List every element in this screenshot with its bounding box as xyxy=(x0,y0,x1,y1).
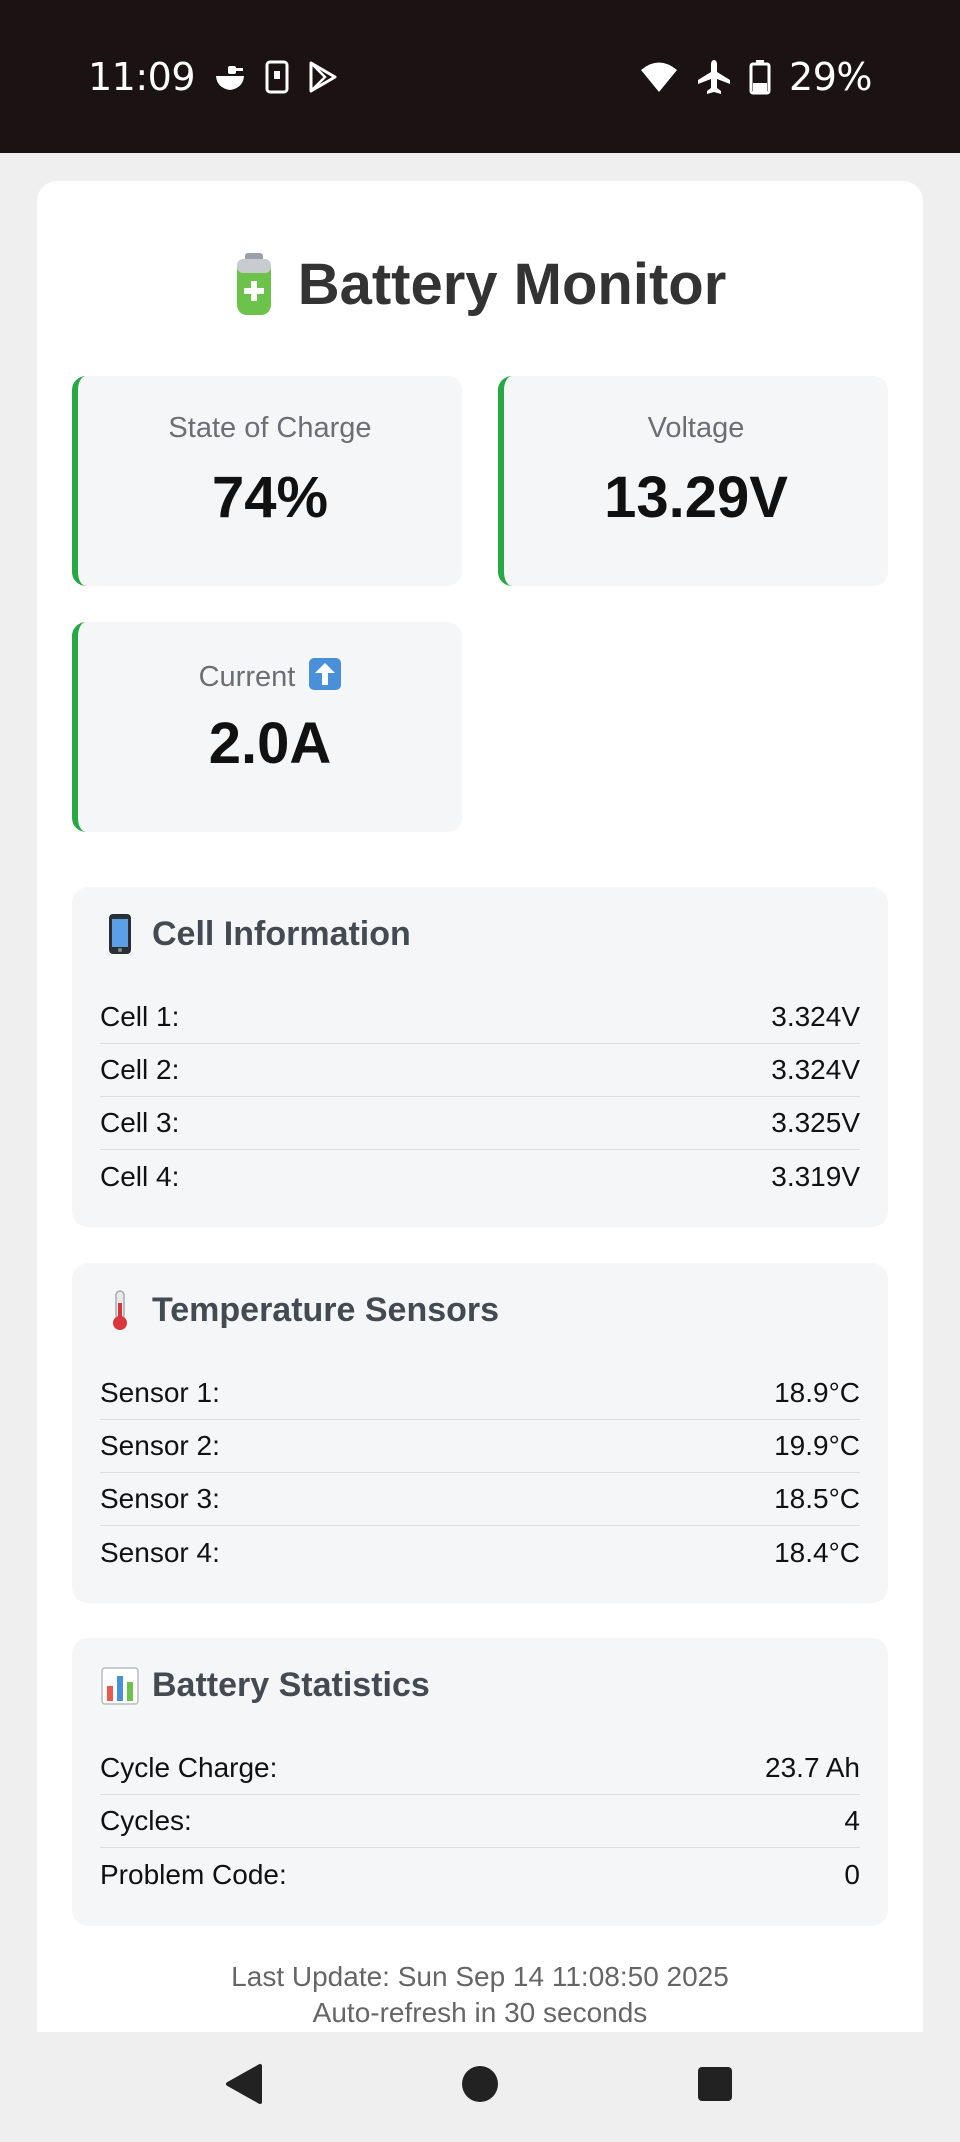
battery-statistics-section: Battery Statistics Cycle Charge: 23.7 Ah … xyxy=(72,1638,888,1926)
navigation-bar xyxy=(0,2032,960,2142)
stats-rows: Cycle Charge: 23.7 Ah Cycles: 4 Problem Co… xyxy=(100,1742,860,1901)
row-label: Cycle Charge: xyxy=(100,1752,278,1783)
cell-information-section: Cell Information Cell 1: 3.324V Cell 2: 3.… xyxy=(72,887,888,1227)
row-value: 23.7 Ah xyxy=(765,1752,860,1783)
row-label: Sensor 3: xyxy=(100,1483,220,1514)
soc-label: State of Charge xyxy=(168,412,372,444)
section-heading: Battery Statistics xyxy=(100,1664,430,1706)
row-label: Cycles: xyxy=(100,1805,192,1836)
clock: 11:09 xyxy=(88,55,196,99)
row-label: Cell 3: xyxy=(100,1107,180,1138)
airplane-icon xyxy=(697,59,731,95)
auto-refresh-text: Auto-refresh in 30 seconds xyxy=(312,1997,648,2028)
row-label: Cell 4: xyxy=(100,1160,180,1192)
status-bar-right: 29% xyxy=(639,52,872,102)
list-item: Cell 4: 3.319V xyxy=(100,1150,860,1203)
section-title: Cell Information xyxy=(152,914,411,953)
voltage-label: Voltage xyxy=(647,412,745,444)
row-value: 3.324V xyxy=(771,1054,860,1085)
status-bar-left: 11:09 xyxy=(88,52,339,102)
mobile-phone-icon xyxy=(100,913,140,955)
row-value: 4 xyxy=(844,1805,860,1836)
battery-icon xyxy=(234,252,274,317)
row-label: Cell 1: xyxy=(100,1001,180,1032)
row-label: Sensor 1: xyxy=(100,1377,220,1408)
current-card: Current 2.0A xyxy=(72,622,462,832)
temperature-sensors-section: Temperature Sensors Sensor 1: 18.9°C Sens… xyxy=(72,1263,888,1603)
list-item: Problem Code: 0 xyxy=(100,1848,860,1901)
row-label: Cell 2: xyxy=(100,1054,180,1085)
row-value: 18.9°C xyxy=(774,1377,860,1408)
section-heading: Cell Information xyxy=(100,913,411,955)
arrow-up-icon xyxy=(309,658,342,690)
list-item: Sensor 2: 19.9°C xyxy=(100,1420,860,1473)
wifi-icon xyxy=(639,61,679,93)
section-heading: Temperature Sensors xyxy=(100,1289,499,1331)
row-value: 3.324V xyxy=(771,1001,860,1032)
back-icon[interactable] xyxy=(224,2062,264,2111)
section-title: Temperature Sensors xyxy=(152,1290,500,1329)
list-item: Sensor 4: 18.4°C xyxy=(100,1526,860,1579)
battery-percent: 29% xyxy=(789,55,872,99)
list-item: Cycles: 4 xyxy=(100,1795,860,1848)
row-value: 18.4°C xyxy=(774,1536,860,1568)
row-value: 3.319V xyxy=(771,1160,860,1192)
row-value: 18.5°C xyxy=(774,1483,860,1514)
phone-icon xyxy=(265,60,289,94)
cloud-icon xyxy=(213,62,247,92)
row-value: 3.325V xyxy=(771,1107,860,1138)
voltage-value: 13.29V xyxy=(604,465,788,530)
main-card: Battery Monitor State of Charge 74% Volt… xyxy=(37,181,923,2032)
recents-icon[interactable] xyxy=(695,2062,735,2111)
list-item: Sensor 1: 18.9°C xyxy=(100,1367,860,1420)
title-text: Battery Monitor xyxy=(297,252,727,317)
current-label: Current xyxy=(198,661,296,693)
page-title: Battery Monitor xyxy=(37,251,923,318)
battery-icon xyxy=(749,59,771,95)
current-label-row: Current xyxy=(78,658,462,694)
list-item: Sensor 3: 18.5°C xyxy=(100,1473,860,1526)
list-item: Cycle Charge: 23.7 Ah xyxy=(100,1742,860,1795)
soc-value: 74% xyxy=(211,465,329,530)
list-item: Cell 2: 3.324V xyxy=(100,1044,860,1097)
home-icon[interactable] xyxy=(460,2062,500,2111)
last-update-text: Last Update: Sun Sep 14 11:08:50 2025 xyxy=(231,1961,729,1992)
cell-rows: Cell 1: 3.324V Cell 2: 3.324V Cell 3: 3.325… xyxy=(100,991,860,1203)
play-store-icon xyxy=(307,60,339,94)
row-value: 0 xyxy=(844,1858,860,1890)
state-of-charge-card: State of Charge 74% xyxy=(72,376,462,586)
row-label: Problem Code: xyxy=(100,1858,287,1890)
sensor-rows: Sensor 1: 18.9°C Sensor 2: 19.9°C Sensor 3… xyxy=(100,1367,860,1579)
footer: Last Update: Sun Sep 14 11:08:50 2025 Au… xyxy=(37,1959,923,2031)
thermometer-icon xyxy=(100,1289,140,1331)
bar-chart-icon xyxy=(100,1664,140,1706)
row-label: Sensor 2: xyxy=(100,1430,220,1461)
voltage-card: Voltage 13.29V xyxy=(498,376,888,586)
row-label: Sensor 4: xyxy=(100,1536,220,1568)
row-value: 19.9°C xyxy=(774,1430,860,1461)
status-bar: 11:09 29% xyxy=(0,0,960,153)
section-title: Battery Statistics xyxy=(152,1665,430,1704)
list-item: Cell 3: 3.325V xyxy=(100,1097,860,1150)
current-value: 2.0A xyxy=(208,711,332,776)
list-item: Cell 1: 3.324V xyxy=(100,991,860,1044)
